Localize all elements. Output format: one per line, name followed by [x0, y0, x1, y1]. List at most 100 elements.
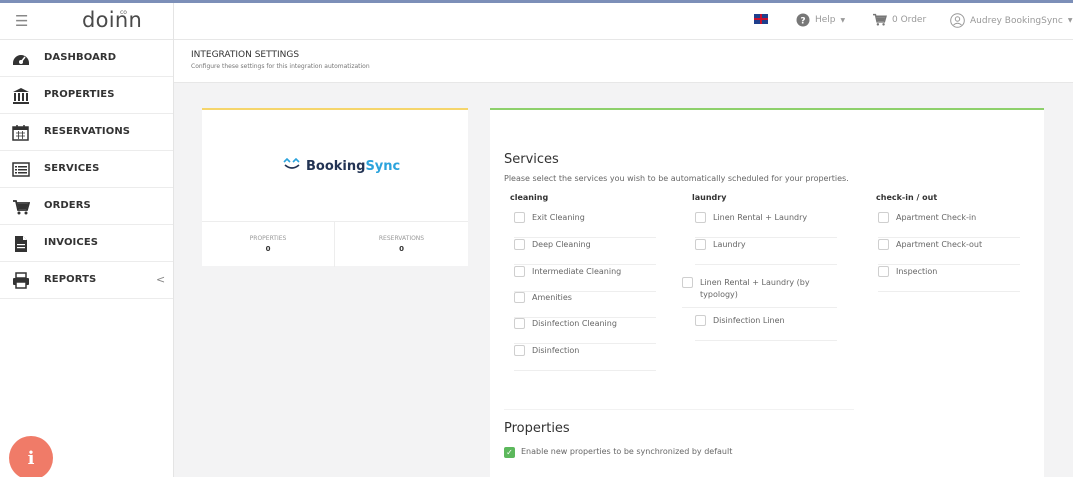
app-logo-superscript: co: [120, 9, 127, 16]
service-option-label: Inspection: [896, 267, 938, 276]
chevron-left-icon[interactable]: <: [156, 273, 165, 286]
page-subtitle: Configure these settings for this integr…: [191, 63, 370, 70]
uk-flag-icon[interactable]: [754, 14, 768, 24]
sidebar-item-label: SERVICES: [44, 163, 100, 174]
service-option-label: Amenities: [532, 293, 572, 302]
services-description: Please select the services you wish to b…: [504, 174, 849, 183]
checkbox[interactable]: [695, 239, 706, 250]
service-option-disinfection-linen[interactable]: Disinfection Linen: [695, 315, 837, 341]
service-option-label: Exit Cleaning: [532, 213, 585, 222]
sync-properties-checkbox[interactable]: ✓: [504, 447, 515, 458]
checkbox[interactable]: [682, 277, 693, 288]
bookingsync-logo-part1: Booking: [306, 158, 366, 174]
file-icon: [11, 234, 30, 253]
service-option-disinfection[interactable]: Disinfection: [514, 345, 656, 371]
bookingsync-logo: BookingSync: [282, 157, 401, 174]
sidebar-item-label: PROPERTIES: [44, 89, 115, 100]
app-logo[interactable]: doinn: [82, 8, 142, 32]
section-divider: [504, 409, 854, 410]
service-option-label: Disinfection Linen: [713, 316, 785, 325]
checkbox[interactable]: [878, 212, 889, 223]
page-header: INTEGRATION SETTINGS Configure these set…: [174, 40, 1073, 83]
bookingsync-logo-part2: Sync: [365, 158, 401, 174]
orders-menu[interactable]: 0 Order: [872, 13, 926, 26]
stat-label: PROPERTIES: [249, 235, 287, 242]
checkbox[interactable]: [514, 345, 525, 356]
sidebar-item-dashboard[interactable]: DASHBOARD: [0, 40, 173, 77]
user-name-label: Audrey BookingSync: [970, 15, 1063, 26]
help-menu[interactable]: ? Help ▼: [796, 13, 845, 27]
service-option-label: Linen Rental + Laundry: [713, 213, 808, 222]
sidebar-item-label: DASHBOARD: [44, 52, 117, 63]
service-option-inspection[interactable]: Inspection: [878, 266, 1020, 292]
cart-icon: [872, 13, 887, 26]
checkbox[interactable]: [514, 239, 525, 250]
service-option-linen-rental-laundry-by-typology[interactable]: Linen Rental + Laundry (by typology): [682, 277, 837, 308]
checkbox[interactable]: [514, 292, 525, 303]
stat-properties: PROPERTIES 0: [202, 222, 335, 267]
info-icon: i: [27, 447, 35, 469]
checkbox[interactable]: [514, 266, 525, 277]
cart-icon: [11, 197, 30, 216]
column-heading-cleaning: cleaning: [510, 193, 549, 202]
orders-count-label: 0 Order: [892, 14, 927, 25]
service-option-exit-cleaning[interactable]: Exit Cleaning: [514, 212, 656, 238]
help-label: Help: [815, 15, 836, 25]
service-option-label: Linen Rental + Laundry (by typology): [700, 278, 810, 299]
services-title: Services: [504, 152, 559, 167]
top-navbar: ? Help ▼ 0 Order Audrey BookingSync ▼: [174, 3, 1073, 40]
svg-text:?: ?: [800, 17, 805, 27]
service-option-intermediate-cleaning[interactable]: Intermediate Cleaning: [514, 266, 656, 292]
bank-icon: [11, 86, 30, 105]
service-option-label: Apartment Check-out: [896, 240, 983, 249]
sidebar-item-reservations[interactable]: RESERVATIONS: [0, 114, 173, 151]
properties-title: Properties: [504, 421, 570, 436]
dashboard-icon: [11, 49, 30, 68]
stat-value: 0: [399, 245, 404, 253]
service-option-label: Intermediate Cleaning: [532, 267, 622, 276]
checkbox[interactable]: [514, 212, 525, 223]
services-panel: Services Please select the services you …: [490, 108, 1044, 477]
integration-card: BookingSync PROPERTIES 0 RESERVATIONS 0: [202, 108, 468, 267]
bookingsync-smile-icon: [282, 157, 302, 174]
user-menu[interactable]: Audrey BookingSync ▼: [950, 13, 1072, 28]
stat-reservations: RESERVATIONS 0: [335, 222, 468, 267]
stat-label: RESERVATIONS: [378, 235, 425, 242]
printer-icon: [11, 271, 30, 290]
calendar-icon: [11, 123, 30, 142]
checkbox[interactable]: [878, 266, 889, 277]
sidebar-item-services[interactable]: SERVICES: [0, 151, 173, 188]
service-option-label: Disinfection: [532, 346, 580, 355]
service-option-laundry[interactable]: Laundry: [695, 239, 837, 265]
hamburger-menu-icon[interactable]: ☰: [15, 12, 28, 30]
service-option-linen-rental-laundry[interactable]: Linen Rental + Laundry: [695, 212, 837, 238]
service-option-label: Deep Cleaning: [532, 240, 591, 249]
service-option-amenities[interactable]: Amenities: [514, 292, 656, 318]
sidebar-item-properties[interactable]: PROPERTIES: [0, 77, 173, 114]
sync-properties-label[interactable]: Enable new properties to be synchronized…: [521, 447, 732, 456]
column-heading-check-in-out: check-in / out: [876, 193, 938, 202]
sidebar-item-orders[interactable]: ORDERS: [0, 188, 173, 225]
sidebar-item-label: ORDERS: [44, 200, 91, 211]
sidebar-item-invoices[interactable]: INVOICES: [0, 225, 173, 262]
service-option-deep-cleaning[interactable]: Deep Cleaning: [514, 239, 656, 265]
service-option-apartment-check-in[interactable]: Apartment Check-in: [878, 212, 1020, 238]
column-heading-laundry: laundry: [692, 193, 727, 202]
integration-stats: PROPERTIES 0 RESERVATIONS 0: [202, 221, 468, 267]
service-option-label: Laundry: [713, 240, 746, 249]
checkbox[interactable]: [514, 318, 525, 329]
info-button[interactable]: i: [9, 436, 53, 477]
question-circle-icon: ?: [796, 13, 810, 27]
sidebar-item-label: RESERVATIONS: [44, 126, 131, 137]
stat-value: 0: [265, 245, 271, 253]
sidebar-item-label: REPORTS: [44, 274, 97, 285]
checkbox[interactable]: [878, 239, 889, 250]
service-option-disinfection-cleaning[interactable]: Disinfection Cleaning: [514, 318, 656, 344]
service-option-label: Apartment Check-in: [896, 213, 977, 222]
sidebar-item-reports[interactable]: REPORTS <: [0, 262, 173, 299]
checkbox[interactable]: [695, 315, 706, 326]
brand-bar: ☰ doinn co: [0, 3, 173, 40]
checkbox[interactable]: [695, 212, 706, 223]
service-option-apartment-check-out[interactable]: Apartment Check-out: [878, 239, 1020, 265]
service-option-label: Disinfection Cleaning: [532, 319, 617, 328]
